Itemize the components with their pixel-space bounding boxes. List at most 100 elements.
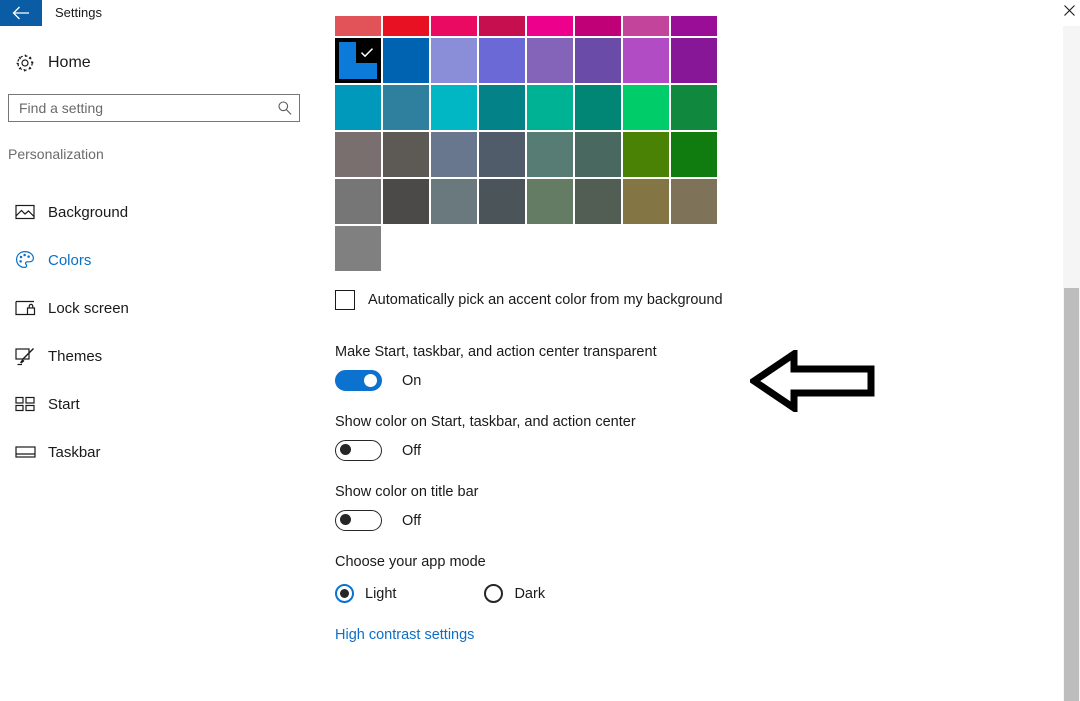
auto-accent-checkbox-row[interactable]: Automatically pick an accent color from … (335, 290, 723, 310)
accent-color-swatch[interactable] (527, 16, 573, 36)
accent-color-swatch[interactable] (335, 16, 381, 36)
close-button[interactable] (1058, 0, 1080, 26)
accent-color-swatch[interactable] (575, 16, 621, 36)
back-arrow-icon (12, 6, 30, 20)
show-color-start-toggle-state: Off (402, 442, 422, 459)
sidebar-item-label: Start (48, 395, 80, 413)
sidebar-item-home[interactable]: Home (8, 46, 298, 80)
toggle-knob (340, 514, 351, 525)
radio-dark-button[interactable] (484, 584, 504, 603)
accent-color-swatch[interactable] (431, 179, 477, 224)
accent-color-swatch[interactable] (383, 85, 429, 130)
accent-color-swatch[interactable] (335, 85, 381, 130)
left-arrow-annotation (747, 347, 875, 417)
gear-icon (8, 53, 42, 73)
accent-color-swatch[interactable] (335, 132, 381, 177)
accent-color-swatch[interactable] (431, 38, 477, 83)
accent-color-swatch[interactable] (431, 16, 477, 36)
window-title: Settings (55, 5, 102, 20)
accent-color-swatch[interactable] (335, 179, 381, 224)
accent-color-swatch[interactable] (527, 85, 573, 130)
accent-color-swatch[interactable] (479, 179, 525, 224)
sidebar-item-label: Colors (48, 251, 92, 269)
accent-color-swatch[interactable] (623, 38, 669, 83)
accent-color-swatch[interactable] (527, 38, 573, 83)
show-color-titlebar-toggle-row[interactable]: Off (335, 510, 421, 531)
transparency-toggle[interactable] (335, 370, 382, 391)
show-color-start-label: Show color on Start, taskbar, and action… (335, 414, 636, 430)
back-button[interactable] (0, 0, 42, 26)
sidebar-item-taskbar[interactable]: Taskbar (0, 428, 310, 476)
accent-color-swatch[interactable] (479, 132, 525, 177)
sidebar-item-label: Themes (48, 347, 103, 365)
accent-color-swatch[interactable] (383, 132, 429, 177)
toggle-knob (340, 444, 351, 455)
accent-color-swatch[interactable] (431, 132, 477, 177)
show-color-titlebar-toggle-state: Off (402, 512, 422, 529)
accent-color-row (335, 85, 727, 132)
accent-color-swatch[interactable] (671, 179, 717, 224)
sidebar-item-label: Background (48, 203, 129, 221)
accent-color-swatch[interactable] (671, 16, 717, 36)
accent-color-swatch[interactable] (575, 85, 621, 130)
accent-color-swatch[interactable] (479, 16, 525, 36)
auto-accent-checkbox[interactable] (335, 290, 355, 310)
sidebar-item-background[interactable]: Background (0, 188, 310, 236)
sidebar-home-label: Home (48, 54, 91, 71)
auto-accent-label: Automatically pick an accent color from … (368, 292, 723, 308)
accent-color-swatch[interactable] (575, 132, 621, 177)
accent-color-swatch[interactable] (383, 179, 429, 224)
accent-color-swatch[interactable] (383, 38, 429, 83)
accent-color-swatch[interactable] (671, 38, 717, 83)
accent-color-swatch[interactable] (671, 132, 717, 177)
main-content: Automatically pick an accent color from … (310, 0, 1055, 701)
accent-color-swatch[interactable] (335, 226, 381, 271)
lockscreen-icon (8, 299, 42, 317)
accent-color-swatch[interactable] (623, 85, 669, 130)
sidebar: Home Personalization Background (0, 26, 310, 701)
vertical-scrollbar[interactable] (1063, 26, 1080, 701)
accent-color-row (335, 179, 727, 226)
high-contrast-settings-link[interactable]: High contrast settings (335, 627, 474, 643)
accent-color-row (335, 16, 727, 38)
brush-icon (8, 346, 42, 366)
accent-color-swatch[interactable] (623, 179, 669, 224)
sidebar-item-label: Taskbar (48, 443, 101, 461)
scrollbar-thumb[interactable] (1064, 288, 1079, 701)
checkmark-icon (356, 42, 377, 63)
accent-color-swatch[interactable] (623, 132, 669, 177)
sidebar-item-colors[interactable]: Colors (0, 236, 310, 284)
taskbar-icon (8, 445, 42, 459)
radio-light[interactable]: Light (335, 584, 396, 603)
accent-color-grid (335, 16, 727, 273)
sidebar-item-themes[interactable]: Themes (0, 332, 310, 380)
palette-icon (8, 250, 42, 270)
radio-dark[interactable]: Dark (484, 584, 545, 603)
accent-color-swatch[interactable] (383, 16, 429, 36)
accent-color-swatch[interactable] (575, 38, 621, 83)
accent-color-swatch[interactable] (527, 179, 573, 224)
sidebar-nav-list: Background Colors Lock screen Themes Sta… (0, 188, 310, 476)
accent-color-swatch[interactable] (623, 16, 669, 36)
sidebar-item-start[interactable]: Start (0, 380, 310, 428)
accent-color-swatch[interactable] (431, 85, 477, 130)
transparency-toggle-row[interactable]: On (335, 370, 421, 391)
app-mode-radio-group: Light Dark (335, 584, 545, 603)
search-icon[interactable] (271, 100, 299, 116)
accent-color-row (335, 132, 727, 179)
accent-color-swatch[interactable] (335, 38, 381, 83)
accent-color-swatch[interactable] (575, 179, 621, 224)
sidebar-item-lock-screen[interactable]: Lock screen (0, 284, 310, 332)
search-input[interactable] (9, 95, 271, 121)
radio-light-button[interactable] (335, 584, 354, 603)
accent-color-swatch[interactable] (479, 85, 525, 130)
accent-color-swatch[interactable] (671, 85, 717, 130)
accent-color-swatch[interactable] (527, 132, 573, 177)
accent-color-swatch[interactable] (479, 38, 525, 83)
show-color-start-toggle[interactable] (335, 440, 382, 461)
show-color-start-toggle-row[interactable]: Off (335, 440, 421, 461)
show-color-titlebar-toggle[interactable] (335, 510, 382, 531)
search-box[interactable] (8, 94, 300, 122)
toggle-knob (364, 374, 377, 387)
close-icon (1063, 4, 1076, 22)
